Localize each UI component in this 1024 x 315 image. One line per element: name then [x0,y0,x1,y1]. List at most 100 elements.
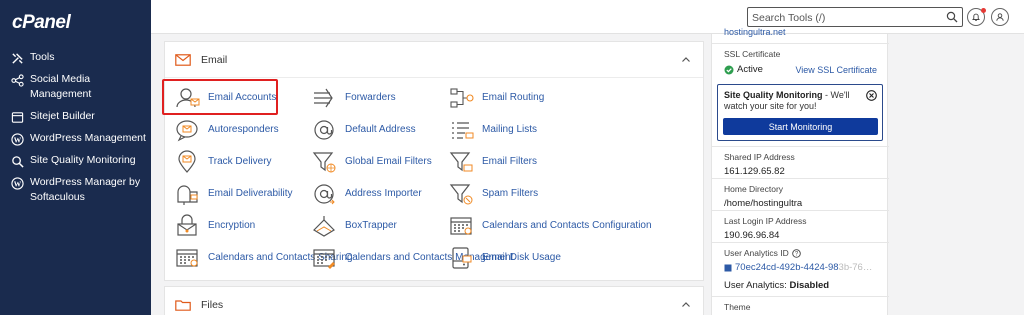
tool-label: Mailing Lists [482,124,538,135]
top-bar [151,0,1024,34]
monitor-text: Site Quality Monitoring - We'll watch yo… [724,90,850,111]
analytics-status-value: Disabled [789,280,830,291]
tool-email-filters[interactable]: Email Filters [449,150,537,174]
email-panel-header[interactable]: Email [165,42,703,78]
view-ssl-link[interactable]: View SSL Certificate [795,65,877,75]
tool-email-routing[interactable]: Email Routing [449,86,544,110]
copy-icon[interactable] [724,264,732,272]
notification-dot [981,8,986,13]
disk-usage-icon [452,247,472,269]
theme-section: Theme [712,302,889,312]
close-icon[interactable] [866,90,877,101]
shared-ip-label: Shared IP Address [724,152,795,162]
ssl-status: Active [737,64,763,75]
magnifier-icon [10,154,24,168]
sidebar-item-label: WordPress Management [30,132,146,144]
section-title: Files [201,299,224,311]
tool-label: Forwarders [345,92,396,103]
divider [712,43,889,44]
analytics-id-label: User Analytics ID [724,248,789,258]
help-icon[interactable]: ? [791,248,801,258]
tool-label: Address Importer [345,188,422,199]
calendar-share-icon [176,249,198,267]
search-icon[interactable] [946,11,958,23]
envelope-icon [175,53,191,66]
theme-label: Theme [724,302,751,312]
sidebar-item-wordpress-manager[interactable]: W WordPress Manager by Softaculous [10,175,150,205]
domain-row: hostingultra.net [712,27,889,37]
sidebar-item-site-quality[interactable]: Site Quality Monitoring [10,153,150,168]
tool-calendars-contacts-config[interactable]: Calendars and Contacts Configuration [449,214,652,238]
tool-default-address[interactable]: Default Address [312,118,416,142]
sidebar-item-wordpress-management[interactable]: W WordPress Management [10,131,150,146]
cpanel-logo[interactable]: cPanel [12,12,71,34]
tool-label: Email Accounts [208,92,277,103]
autoresponders-icon [176,120,198,142]
lock-envelope-icon [177,214,197,236]
tool-email-accounts[interactable]: Email Accounts [175,86,276,110]
email-accounts-icon [176,88,200,108]
last-login-label: Last Login IP Address [724,216,807,226]
analytics-id-value[interactable]: 70ec24cd-492b-4424-98 [735,262,839,273]
tool-label: Email Disk Usage [482,252,561,263]
tool-boxtrapper[interactable]: BoxTrapper [312,214,397,238]
calendar-manage-icon [313,249,335,269]
bell-icon [972,13,980,21]
sidebar: cPanel Tools Social Media Management Sit… [0,0,151,315]
sidebar-item-tools[interactable]: Tools [10,50,150,65]
sidebar-item-sitejet[interactable]: Sitejet Builder [10,109,150,124]
tool-label: BoxTrapper [345,220,397,231]
search-input[interactable] [748,9,938,27]
at-import-icon [314,184,335,205]
tool-global-email-filters[interactable]: Global Email Filters [312,150,432,174]
divider [712,146,889,147]
start-monitoring-button[interactable]: Start Monitoring [723,118,878,135]
analytics-id-faded: 3b-76… [838,262,873,273]
divider [712,210,889,211]
tool-email-deliverability[interactable]: Email Deliverability [175,182,292,206]
tool-label: Global Email Filters [345,156,432,167]
sidebar-item-label: WordPress Manager by Softaculous [30,176,141,203]
wordpress-icon: W [10,176,24,190]
tool-encryption[interactable]: Encryption [175,214,255,238]
email-routing-icon [450,88,474,108]
folder-icon [175,300,191,311]
sitejet-icon [10,110,24,124]
tool-address-importer[interactable]: Address Importer [312,182,422,206]
chevron-up-icon[interactable] [681,300,691,310]
tool-autoresponders[interactable]: Autoresponders [175,118,279,142]
tool-forwarders[interactable]: Forwarders [312,86,396,110]
notifications-button[interactable] [967,8,986,26]
last-login-section: Last Login IP Address 190.96.96.84 [712,216,889,241]
home-dir-section: Home Directory /home/hostingultra [712,184,889,209]
sidebar-item-social-media[interactable]: Social Media Management [10,72,150,102]
ssl-label: SSL Certificate [724,49,781,59]
user-menu-button[interactable] [991,8,1009,26]
map-pin-icon [178,150,196,173]
filter-icon [449,152,473,172]
ssl-section: SSL Certificate Active View SSL Certific… [712,49,889,75]
site-quality-card: Site Quality Monitoring - We'll watch yo… [717,84,883,141]
divider [712,242,889,243]
files-panel: Files [164,286,704,315]
tool-track-delivery[interactable]: Track Delivery [175,150,272,174]
filter-globe-icon [312,152,336,173]
tool-label: Calendars and Contacts Configuration [482,220,652,231]
at-sign-icon [314,120,334,140]
chevron-up-icon[interactable] [681,55,691,65]
forwarders-icon [314,88,333,108]
monitor-title: Site Quality Monitoring [724,90,823,100]
domain-link[interactable]: hostingultra.net [724,27,786,37]
spam-filter-icon [449,184,473,205]
home-dir-label: Home Directory [724,184,784,194]
tool-label: Encryption [208,220,256,231]
last-login-value: 190.96.96.84 [724,230,780,241]
tool-spam-filters[interactable]: Spam Filters [449,182,538,206]
tool-email-disk-usage[interactable]: Email Disk Usage [449,246,561,270]
files-panel-header[interactable]: Files [165,287,703,315]
tools-icon [10,51,24,65]
section-title: Email [201,53,228,66]
tool-label: Track Delivery [208,156,272,167]
tool-mailing-lists[interactable]: Mailing Lists [449,118,537,142]
divider [712,178,889,179]
